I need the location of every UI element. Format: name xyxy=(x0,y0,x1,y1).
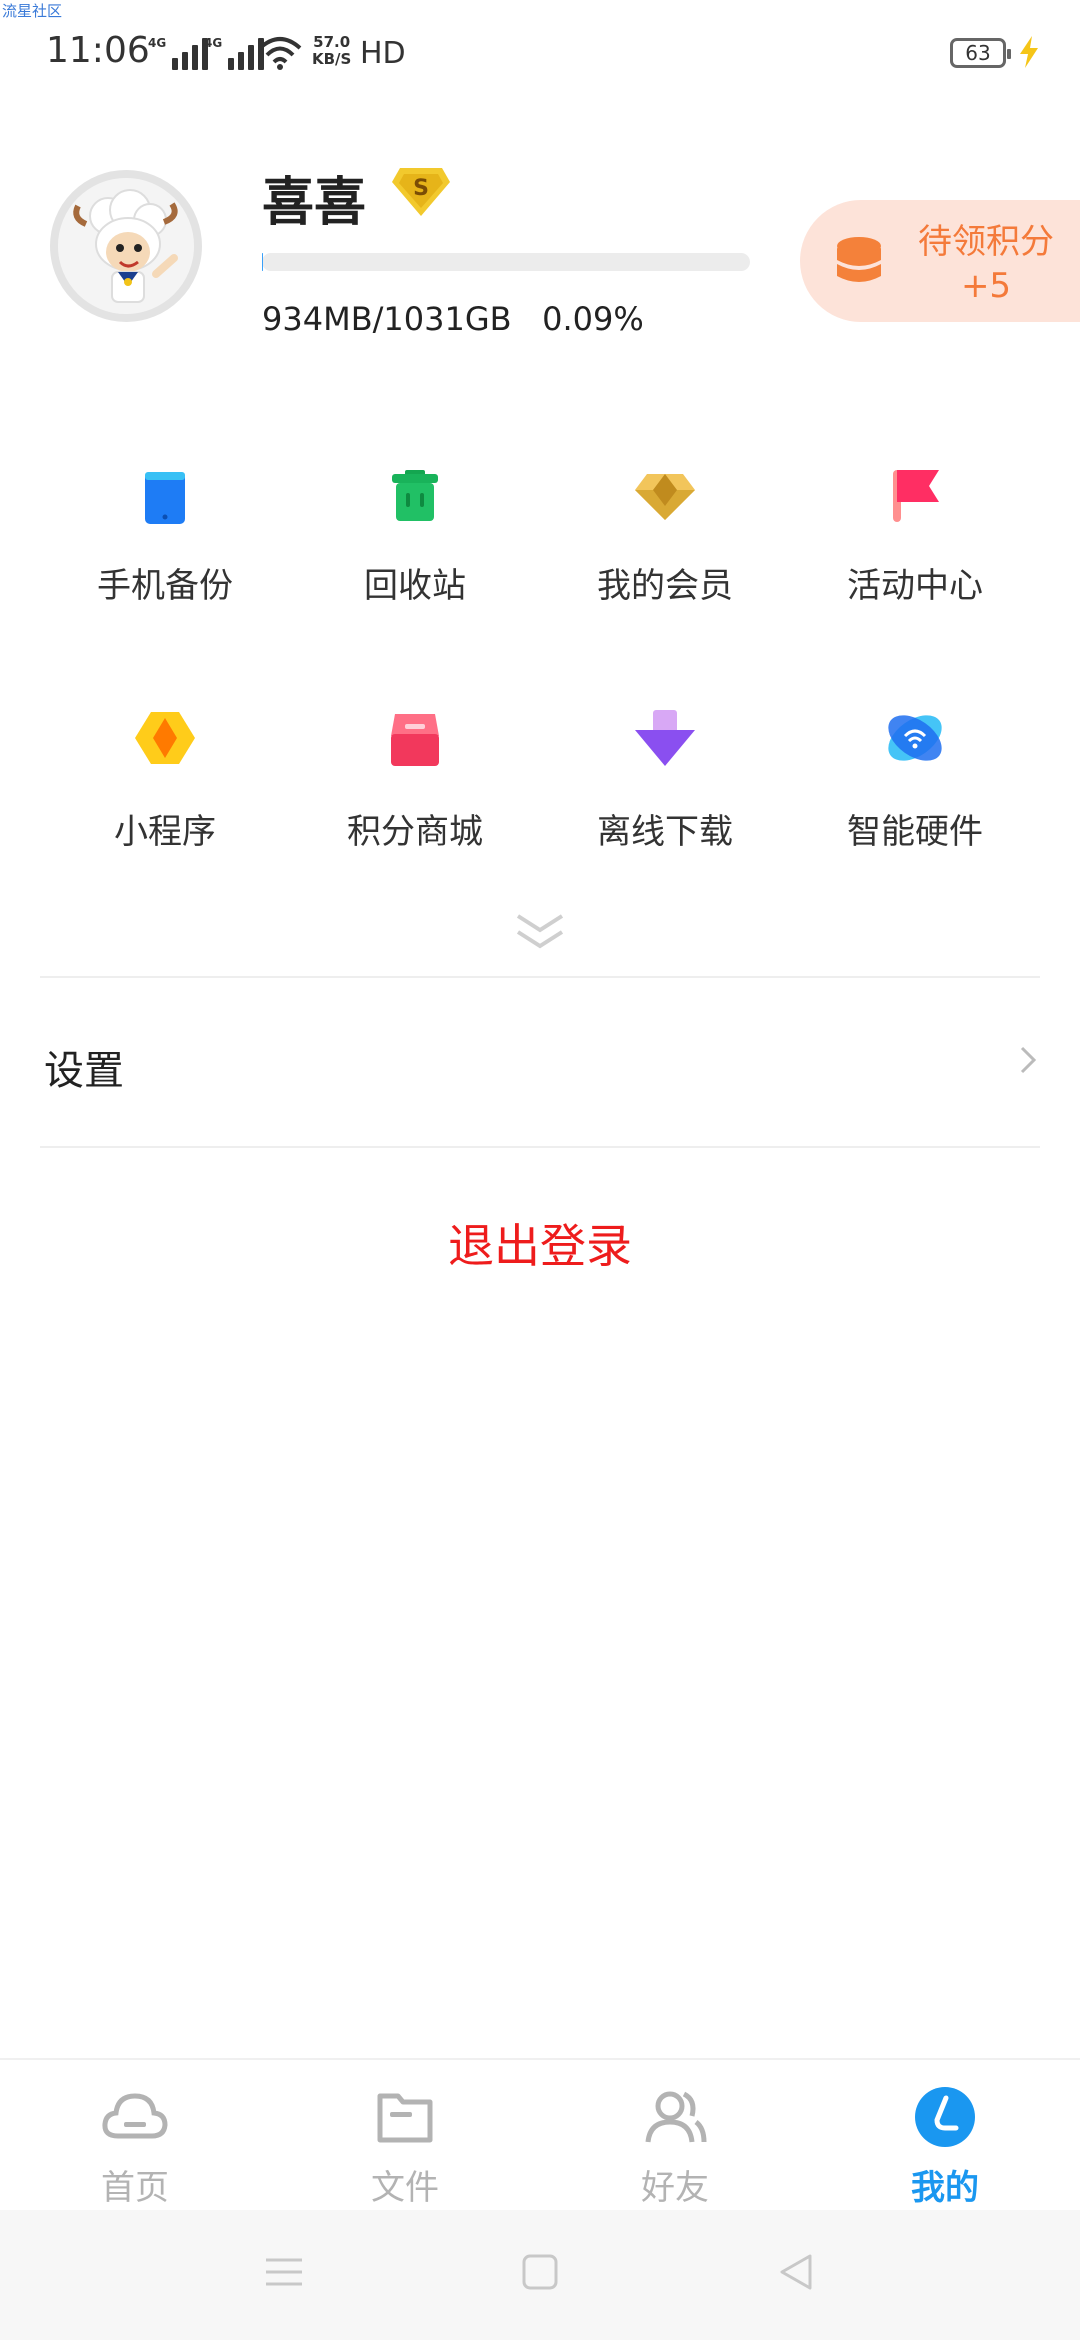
grid-item-label: 智能硬件 xyxy=(847,812,983,852)
bottom-navigation: 首页 文件 好友 我的 xyxy=(0,2058,1080,2210)
flag-icon xyxy=(893,470,939,522)
nav-tab-friends[interactable]: 好友 xyxy=(540,2060,810,2212)
friends-icon xyxy=(645,2091,707,2143)
nav-tab-mine[interactable]: 我的 xyxy=(810,2060,1080,2212)
chevron-right-icon xyxy=(1020,1046,1037,1074)
pending-points-button[interactable]: 待领积分 +5 xyxy=(800,200,1080,322)
diamond-icon xyxy=(635,474,695,520)
nav-tab-label: 好友 xyxy=(641,2168,709,2208)
back-triangle-icon[interactable] xyxy=(774,2250,818,2294)
logout-button[interactable]: 退出登录 xyxy=(0,1210,1080,1276)
cloud-icon xyxy=(102,2093,168,2139)
menu-icon[interactable] xyxy=(262,2250,306,2294)
nav-tab-home[interactable]: 首页 xyxy=(0,2060,270,2212)
vip-diamond-icon: S xyxy=(392,168,450,216)
grid-item-mini-program[interactable]: 小程序 xyxy=(40,706,290,866)
username: 喜喜 xyxy=(262,173,367,233)
vip-letter: S xyxy=(413,176,429,201)
expand-more-chevron-icon[interactable] xyxy=(510,910,570,954)
grid-item-my-membership[interactable]: 我的会员 xyxy=(540,460,790,620)
grid-item-label: 活动中心 xyxy=(847,566,983,606)
charging-bolt-icon xyxy=(1020,36,1038,68)
nav-tab-label: 文件 xyxy=(371,2168,439,2208)
avatar[interactable] xyxy=(50,170,202,322)
pending-points-value: +5 xyxy=(960,266,1012,306)
nav-tab-files[interactable]: 文件 xyxy=(270,2060,540,2212)
network-type-label: 4G xyxy=(148,36,167,50)
network-type-label: 4G xyxy=(204,36,223,50)
divider xyxy=(40,1146,1040,1148)
cellular-signal-1-icon: 4G xyxy=(148,36,209,70)
grid-item-recycle-bin[interactable]: 回收站 xyxy=(290,460,540,620)
profile-icon xyxy=(915,2087,975,2147)
network-speed: 57.0 KB/S xyxy=(312,34,351,68)
network-speed-value: 57.0 xyxy=(313,33,351,51)
grid-item-label: 积分商城 xyxy=(347,812,483,852)
battery-icon: 63 xyxy=(950,38,1011,68)
settings-row[interactable]: 设置 xyxy=(40,978,1040,1146)
grid-item-label: 我的会员 xyxy=(597,566,733,606)
nav-tab-label: 首页 xyxy=(101,2168,169,2208)
store-icon xyxy=(391,714,439,766)
storage-usage-text: 934MB/1031GB 0.09% xyxy=(262,300,644,338)
download-arrow-icon xyxy=(635,710,695,766)
grid-item-offline-download[interactable]: 离线下载 xyxy=(540,706,790,866)
battery-level: 63 xyxy=(965,41,991,65)
wifi-icon xyxy=(258,37,302,70)
status-bar: 11:06 4G 4G 57.0 KB/S HD 63 xyxy=(0,0,1080,110)
recycle-bin-icon xyxy=(392,470,438,521)
storage-progress-bar xyxy=(262,253,750,271)
status-time: 11:06 xyxy=(46,30,150,71)
grid-item-label: 手机备份 xyxy=(97,566,233,606)
grid-item-phone-backup[interactable]: 手机备份 xyxy=(40,460,290,620)
vip-badge[interactable]: S xyxy=(390,164,452,220)
grid-item-label: 离线下载 xyxy=(597,812,733,852)
settings-label: 设置 xyxy=(44,1048,124,1094)
nav-tab-label: 我的 xyxy=(911,2168,979,2208)
grid-item-points-mall[interactable]: 积分商城 xyxy=(290,706,540,866)
pending-points-text: 待领积分 +5 xyxy=(896,220,1076,308)
grid-item-smart-hardware[interactable]: 智能硬件 xyxy=(790,706,1040,866)
network-speed-unit: KB/S xyxy=(312,50,352,68)
grid-item-label: 小程序 xyxy=(114,812,216,852)
mini-program-icon xyxy=(135,712,195,764)
sheep-avatar-icon xyxy=(58,178,194,314)
phone-backup-icon xyxy=(145,472,185,524)
home-square-icon[interactable] xyxy=(518,2250,562,2294)
pending-points-label: 待领积分 xyxy=(918,222,1054,262)
smart-hardware-icon xyxy=(888,715,942,761)
grid-item-activity-center[interactable]: 活动中心 xyxy=(790,460,1040,620)
grid-item-label: 回收站 xyxy=(364,566,466,606)
coin-stack-icon xyxy=(837,237,881,282)
system-navigation-bar xyxy=(0,2210,1080,2340)
folder-icon xyxy=(377,2093,433,2143)
hd-indicator: HD xyxy=(360,36,406,71)
cellular-signal-2-icon: 4G xyxy=(204,36,265,70)
